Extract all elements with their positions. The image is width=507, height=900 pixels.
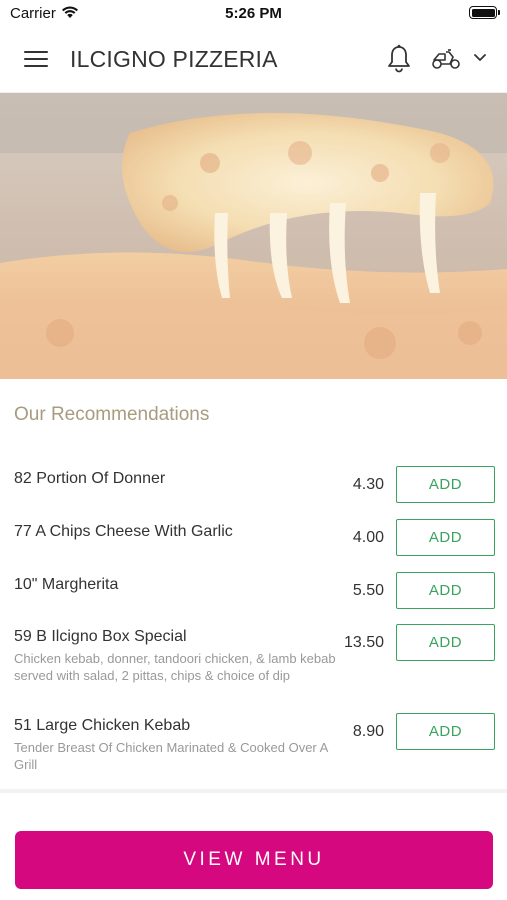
- add-button[interactable]: ADD: [396, 519, 495, 556]
- item-price: 4.00: [352, 529, 384, 546]
- status-bar: Carrier 5:26 PM: [0, 0, 507, 26]
- battery-icon: [469, 6, 500, 19]
- item-description: Tender Breast Of Chicken Marinated & Coo…: [14, 740, 328, 772]
- add-button[interactable]: ADD: [396, 624, 495, 661]
- item-name: 51 Large Chicken Kebab: [14, 717, 191, 734]
- divider: [0, 789, 507, 793]
- item-price: 4.30: [352, 476, 384, 493]
- view-menu-button[interactable]: VIEW MENU: [15, 831, 493, 889]
- hamburger-menu-icon[interactable]: [24, 51, 48, 68]
- app-header: ILCIGNO PIZZERIA: [0, 26, 507, 93]
- bell-icon[interactable]: [386, 44, 412, 74]
- item-name: 59 B Ilcigno Box Special: [14, 628, 187, 645]
- clock: 5:26 PM: [225, 5, 282, 22]
- chevron-down-icon[interactable]: [474, 54, 486, 62]
- item-name: 82 Portion Of Donner: [14, 470, 166, 487]
- scooter-icon[interactable]: [431, 48, 461, 70]
- item-description: Chicken kebab, donner, tandoori chicken,…: [14, 651, 336, 683]
- item-price: 13.50: [343, 634, 384, 651]
- add-button[interactable]: ADD: [396, 572, 495, 609]
- item-price: 5.50: [352, 582, 384, 599]
- item-price: 8.90: [352, 723, 384, 740]
- add-button[interactable]: ADD: [396, 713, 495, 750]
- page-title: ILCIGNO PIZZERIA: [70, 46, 278, 72]
- item-name: 10" Margherita: [14, 576, 119, 593]
- item-name: 77 A Chips Cheese With Garlic: [14, 523, 233, 540]
- hero-pizza-image: [0, 93, 507, 379]
- add-button[interactable]: ADD: [396, 466, 495, 503]
- section-title: Our Recommendations: [14, 404, 210, 425]
